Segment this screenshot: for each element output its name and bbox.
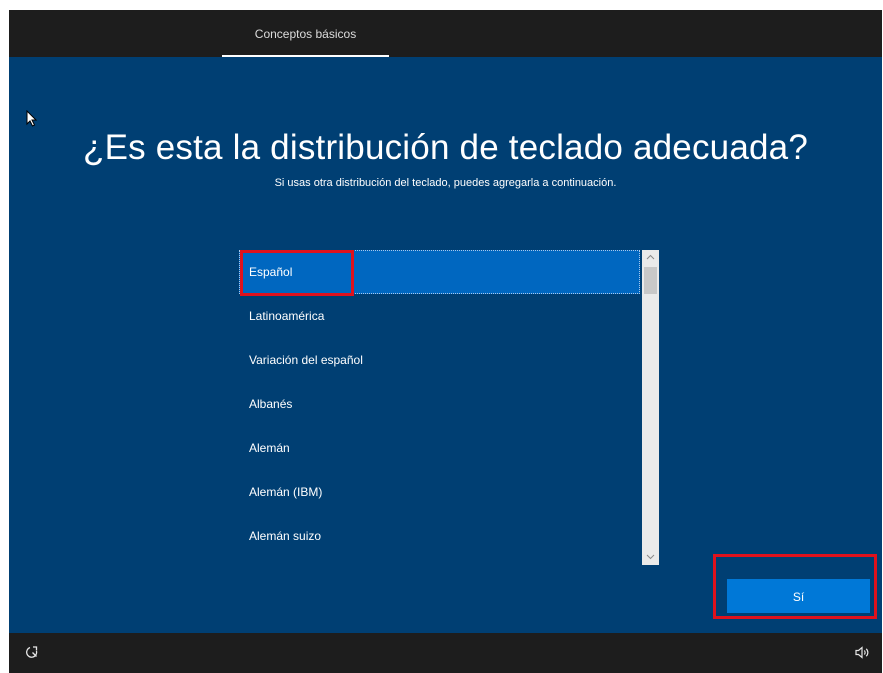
bottom-bar: [9, 633, 882, 673]
page-subtitle: Si usas otra distribución del teclado, p…: [274, 177, 617, 189]
tab-active-indicator: [222, 55, 389, 57]
list-item-variacion-del-espanol[interactable]: Variación del español: [239, 338, 640, 382]
scroll-thumb[interactable]: [644, 267, 657, 294]
volume-icon[interactable]: [855, 646, 870, 664]
list-scrollbar[interactable]: [642, 250, 659, 565]
list-item-albanes[interactable]: Albanés: [239, 382, 640, 426]
scroll-up-arrow-icon[interactable]: [642, 250, 659, 265]
page-title: ¿Es esta la distribución de teclado adec…: [82, 128, 808, 167]
accessibility-icon[interactable]: [25, 645, 40, 665]
top-bar: Conceptos básicos: [9, 10, 882, 57]
tab-conceptos-basicos[interactable]: Conceptos básicos: [222, 10, 389, 57]
list-item-aleman-ibm[interactable]: Alemán (IBM): [239, 470, 640, 514]
list-item-aleman[interactable]: Alemán: [239, 426, 640, 470]
scroll-down-arrow-icon[interactable]: [642, 550, 659, 565]
oobe-window: Conceptos básicos ¿Es esta la distribuci…: [9, 10, 882, 673]
keyboard-layout-list[interactable]: Español Latinoamérica Variación del espa…: [239, 250, 659, 565]
list-item-latinoamerica[interactable]: Latinoamérica: [239, 294, 640, 338]
keyboard-layout-list-items: Español Latinoamérica Variación del espa…: [239, 250, 642, 565]
annotation-highlight-espanol: [240, 250, 354, 296]
annotation-highlight-yes-button: [713, 554, 877, 619]
list-item-aleman-suizo[interactable]: Alemán suizo: [239, 514, 640, 558]
